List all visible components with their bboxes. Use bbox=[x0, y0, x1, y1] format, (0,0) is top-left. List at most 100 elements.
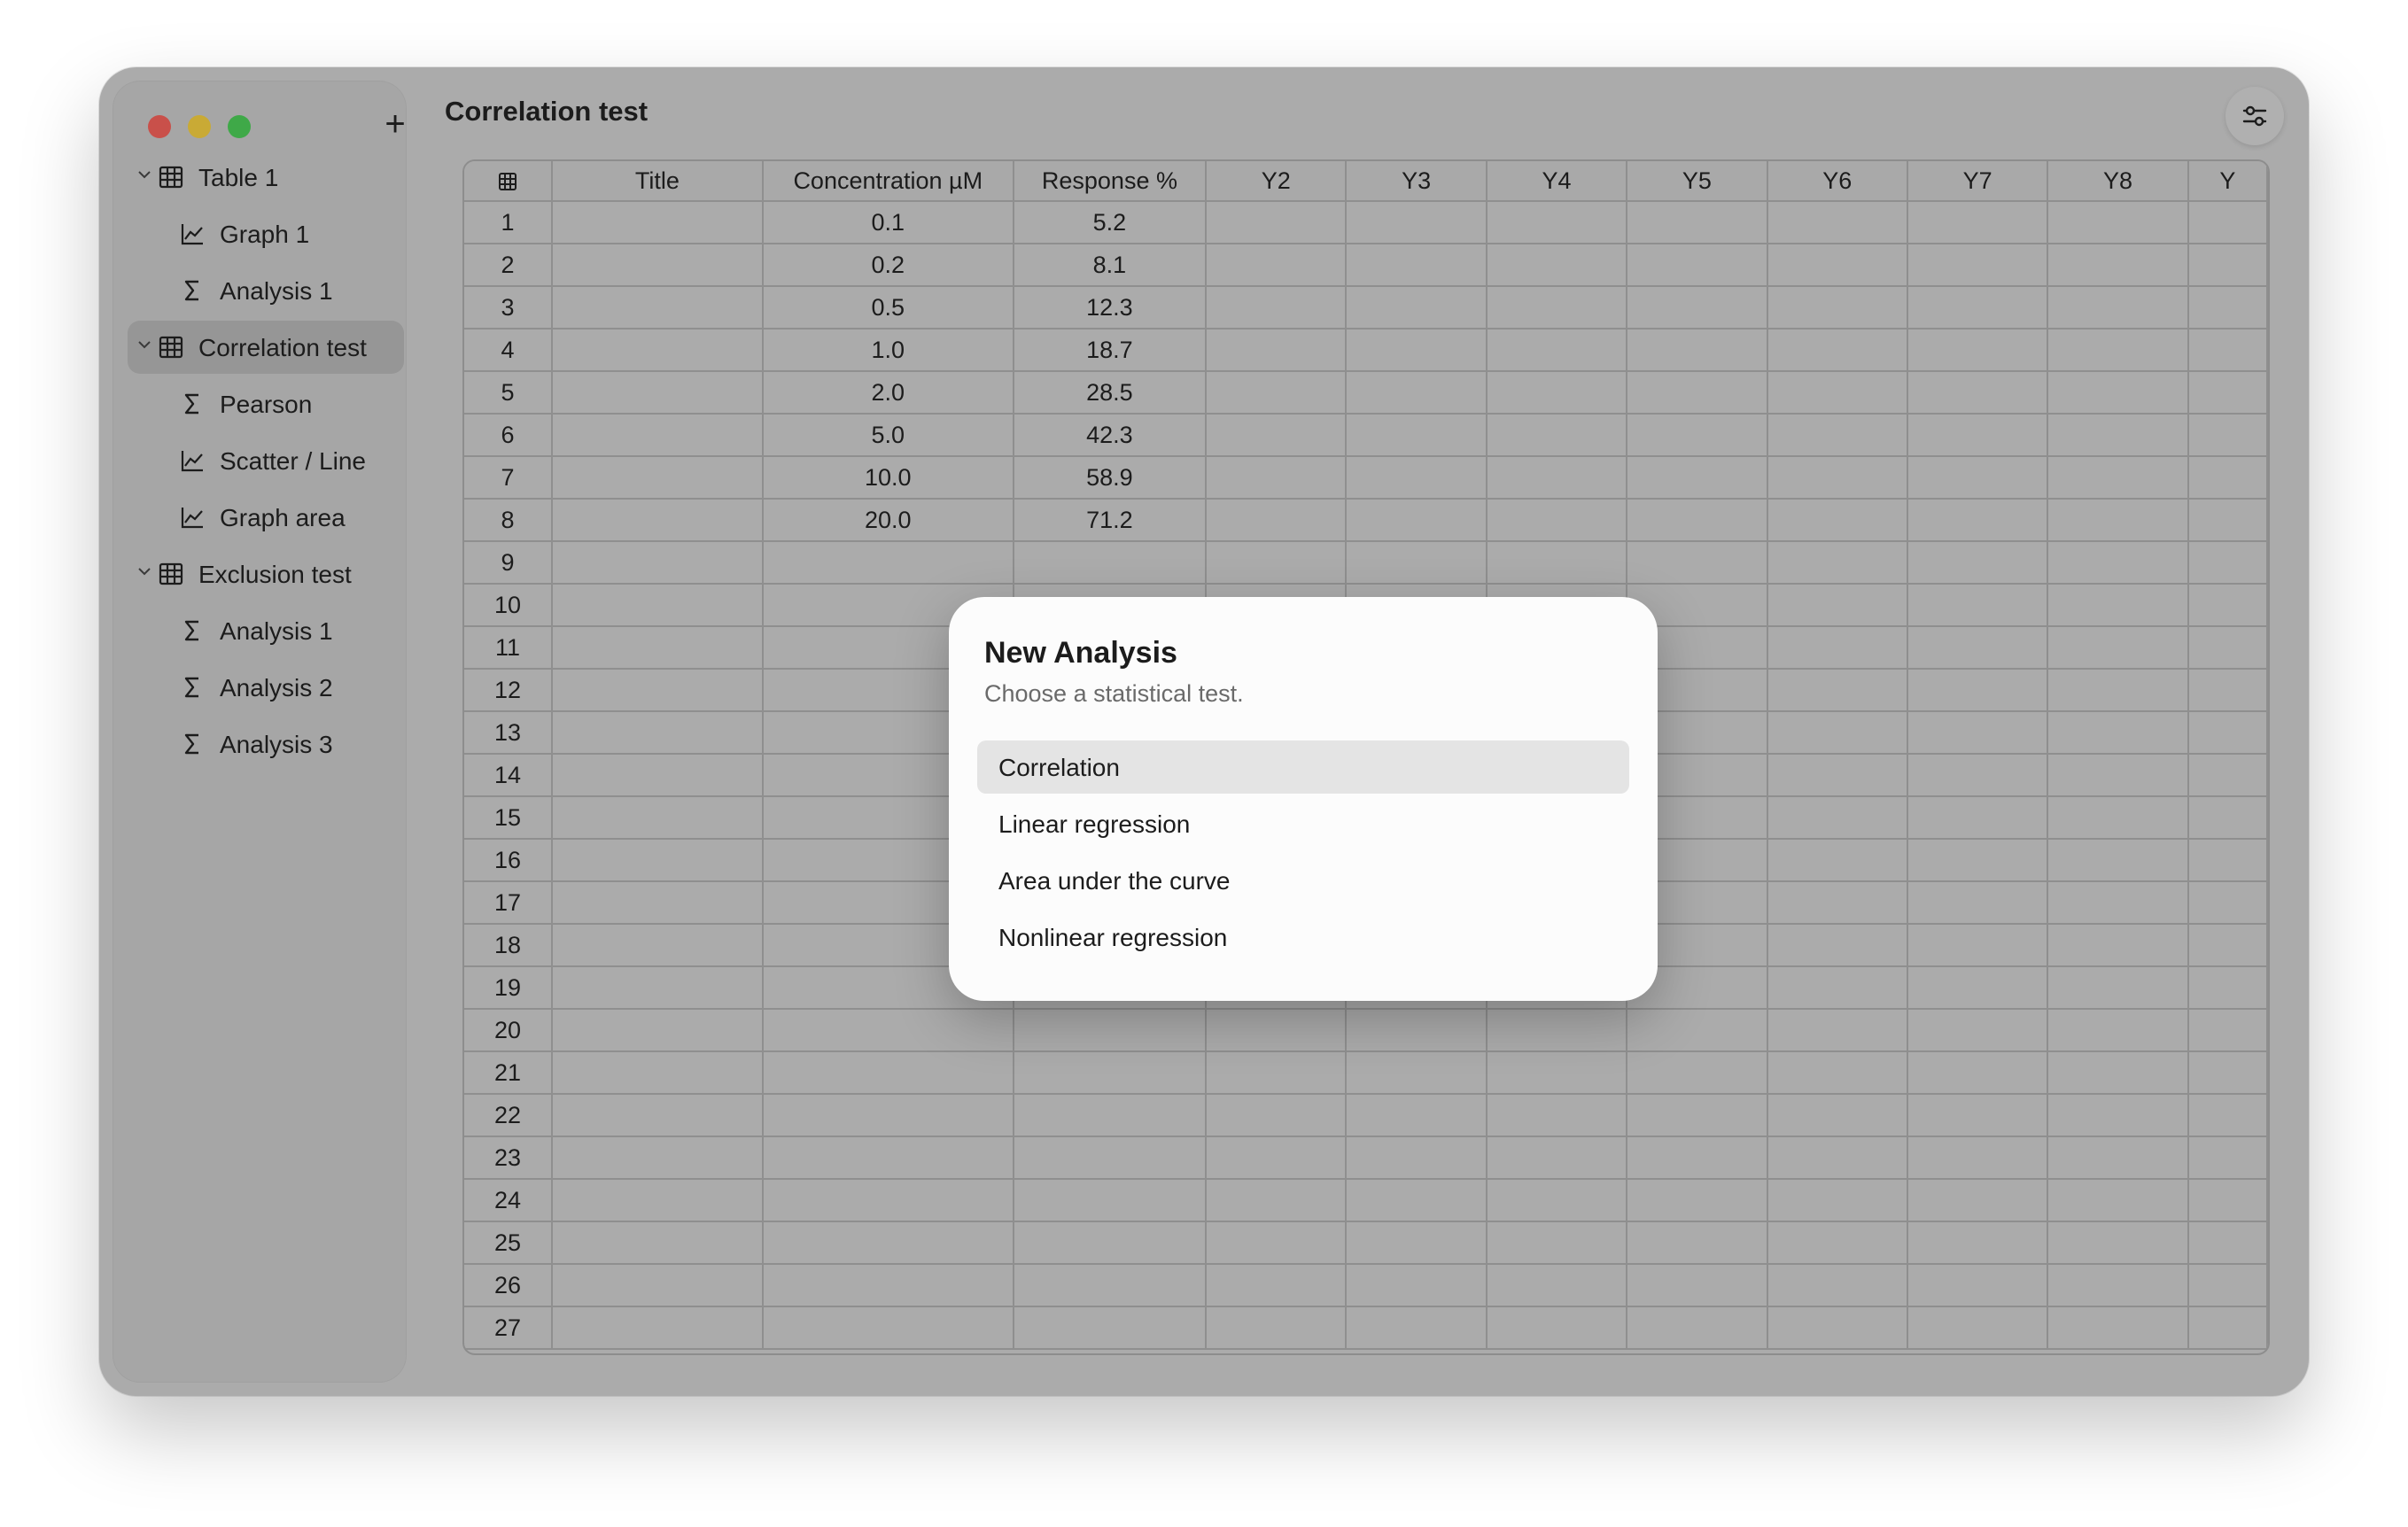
table-cell[interactable] bbox=[1766, 838, 1908, 882]
table-cell[interactable] bbox=[2187, 285, 2268, 329]
table-cell[interactable] bbox=[1485, 328, 1628, 372]
table-cell[interactable] bbox=[2187, 795, 2268, 840]
table-cell[interactable] bbox=[1485, 1306, 1628, 1350]
table-cell[interactable] bbox=[1906, 710, 2049, 755]
table-cell[interactable] bbox=[2047, 1136, 2189, 1180]
table-cell[interactable] bbox=[2187, 1008, 2268, 1052]
table-cell[interactable]: 8.1 bbox=[1012, 243, 1208, 287]
table-cell[interactable] bbox=[1906, 285, 2049, 329]
table-cell[interactable] bbox=[2187, 625, 2268, 670]
table-cell[interactable] bbox=[1766, 965, 1908, 1010]
table-cell[interactable] bbox=[1485, 1093, 1628, 1137]
table-cell[interactable] bbox=[2047, 1221, 2189, 1265]
table-cell[interactable]: 0.1 bbox=[761, 200, 1014, 244]
table-cell[interactable] bbox=[2047, 1306, 2189, 1350]
row-number[interactable]: 5 bbox=[464, 370, 554, 415]
table-cell[interactable] bbox=[1766, 923, 1908, 967]
table-cell[interactable] bbox=[1906, 583, 2049, 627]
column-header[interactable]: Title bbox=[551, 161, 764, 202]
table-cell[interactable] bbox=[551, 753, 764, 797]
table-cell[interactable] bbox=[2187, 583, 2268, 627]
row-number[interactable]: 1 bbox=[464, 200, 554, 244]
table-cell[interactable] bbox=[1906, 753, 2049, 797]
table-cell[interactable] bbox=[2047, 795, 2189, 840]
table-cell[interactable] bbox=[1012, 1136, 1208, 1180]
table-cell[interactable] bbox=[1626, 455, 1768, 500]
table-cell[interactable] bbox=[1766, 455, 1908, 500]
table-cell[interactable] bbox=[1485, 1136, 1628, 1180]
row-number[interactable]: 9 bbox=[464, 540, 554, 585]
column-header[interactable]: Y bbox=[2187, 161, 2268, 202]
table-cell[interactable] bbox=[1766, 413, 1908, 457]
table-cell[interactable] bbox=[2047, 1178, 2189, 1222]
column-header[interactable]: Y5 bbox=[1626, 161, 1768, 202]
table-cell[interactable]: 0.5 bbox=[761, 285, 1014, 329]
table-cell[interactable] bbox=[1485, 243, 1628, 287]
table-cell[interactable] bbox=[1345, 540, 1488, 585]
table-cell[interactable] bbox=[1766, 583, 1908, 627]
table-cell[interactable] bbox=[1205, 413, 1348, 457]
table-cell[interactable] bbox=[1626, 1136, 1768, 1180]
table-cell[interactable] bbox=[1205, 1008, 1348, 1052]
table-cell[interactable] bbox=[551, 583, 764, 627]
table-cell[interactable] bbox=[1012, 1306, 1208, 1350]
table-cell[interactable] bbox=[2047, 1008, 2189, 1052]
table-cell[interactable] bbox=[1766, 540, 1908, 585]
table-cell[interactable] bbox=[551, 923, 764, 967]
table-cell[interactable] bbox=[1766, 1136, 1908, 1180]
sidebar-item[interactable]: Table 1 bbox=[128, 151, 404, 204]
table-cell[interactable] bbox=[1345, 370, 1488, 415]
table-cell[interactable] bbox=[1906, 370, 2049, 415]
table-cell[interactable]: 28.5 bbox=[1012, 370, 1208, 415]
table-cell[interactable]: 42.3 bbox=[1012, 413, 1208, 457]
row-number[interactable]: 24 bbox=[464, 1178, 554, 1222]
table-cell[interactable] bbox=[1345, 498, 1488, 542]
table-cell[interactable] bbox=[1345, 1008, 1488, 1052]
table-cell[interactable] bbox=[551, 668, 764, 712]
chevron-down-icon[interactable] bbox=[135, 165, 154, 184]
table-cell[interactable] bbox=[1766, 1306, 1908, 1350]
table-cell[interactable] bbox=[2187, 1263, 2268, 1307]
table-cell[interactable] bbox=[1766, 243, 1908, 287]
table-cell[interactable] bbox=[2047, 328, 2189, 372]
table-cell[interactable] bbox=[2047, 710, 2189, 755]
table-cell[interactable] bbox=[1906, 1093, 2049, 1137]
table-cell[interactable] bbox=[1205, 1093, 1348, 1137]
table-cell[interactable] bbox=[1345, 455, 1488, 500]
table-cell[interactable] bbox=[1205, 243, 1348, 287]
sidebar-item[interactable]: Graph area bbox=[128, 491, 404, 544]
table-cell[interactable] bbox=[2047, 923, 2189, 967]
column-header[interactable]: Concentration µM bbox=[761, 161, 1014, 202]
table-cell[interactable] bbox=[761, 1306, 1014, 1350]
column-header[interactable]: Y6 bbox=[1766, 161, 1908, 202]
analysis-option[interactable]: Area under the curve bbox=[977, 854, 1629, 907]
table-cell[interactable] bbox=[1626, 285, 1768, 329]
table-cell[interactable] bbox=[551, 965, 764, 1010]
table-cell[interactable] bbox=[1766, 1263, 1908, 1307]
table-cell[interactable] bbox=[2187, 753, 2268, 797]
add-item-button[interactable]: + bbox=[379, 106, 411, 142]
table-cell[interactable] bbox=[1626, 1050, 1768, 1095]
table-cell[interactable] bbox=[2187, 540, 2268, 585]
sidebar-item[interactable]: Graph 1 bbox=[128, 207, 404, 260]
table-cell[interactable] bbox=[2047, 753, 2189, 797]
table-cell[interactable] bbox=[1485, 285, 1628, 329]
settings-button[interactable] bbox=[2225, 87, 2284, 145]
table-cell[interactable] bbox=[2047, 243, 2189, 287]
table-cell[interactable] bbox=[1205, 1306, 1348, 1350]
table-cell[interactable] bbox=[1906, 880, 2049, 925]
row-number[interactable]: 13 bbox=[464, 710, 554, 755]
sidebar-item[interactable]: Exclusion test bbox=[128, 547, 404, 601]
table-cell[interactable] bbox=[1766, 1093, 1908, 1137]
select-all-cell[interactable] bbox=[464, 161, 554, 202]
table-cell[interactable] bbox=[2047, 540, 2189, 585]
table-cell[interactable] bbox=[2187, 455, 2268, 500]
table-cell[interactable] bbox=[1906, 625, 2049, 670]
row-number[interactable]: 23 bbox=[464, 1136, 554, 1180]
table-cell[interactable]: 10.0 bbox=[761, 455, 1014, 500]
table-cell[interactable] bbox=[1906, 923, 2049, 967]
table-cell[interactable] bbox=[2047, 625, 2189, 670]
table-cell[interactable] bbox=[1766, 498, 1908, 542]
table-cell[interactable]: 20.0 bbox=[761, 498, 1014, 542]
table-cell[interactable] bbox=[551, 1221, 764, 1265]
